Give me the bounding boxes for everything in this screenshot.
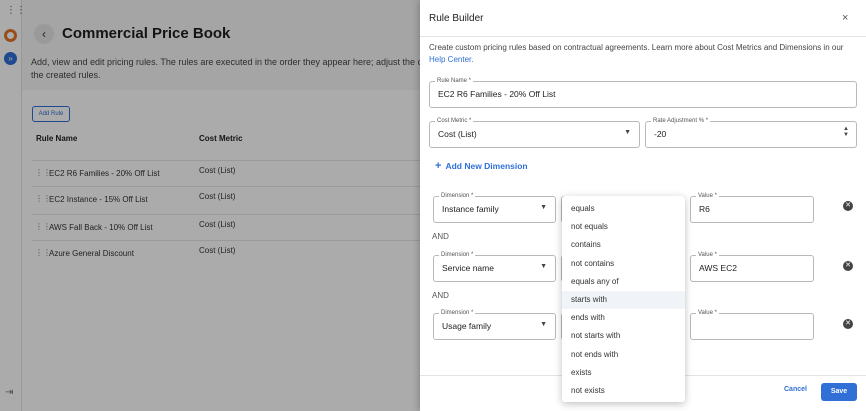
menu-item-exists[interactable]: exists	[562, 364, 685, 382]
dimension-select[interactable]: Dimension * Instance family ▼	[433, 192, 556, 223]
modal-overlay[interactable]	[0, 0, 420, 411]
description-text: Create custom pricing rules based on con…	[429, 43, 844, 52]
rule-name-label: Rule Name *	[435, 77, 474, 85]
chevron-down-icon: ▼	[540, 204, 547, 211]
dimension-label: Dimension *	[439, 309, 476, 317]
remove-dimension-icon[interactable]: ✕	[843, 319, 853, 329]
chevron-down-icon: ▼	[624, 129, 631, 136]
dimension-value: Usage family	[442, 321, 492, 331]
dimension-value: Instance family	[442, 204, 499, 214]
menu-item-not-exists[interactable]: not exists	[562, 382, 685, 400]
operator-dropdown-menu: equals not equals contains not contains …	[562, 196, 685, 402]
save-button[interactable]: Save	[821, 383, 857, 401]
divider	[420, 36, 866, 37]
stepper-icon[interactable]: ▲ ▼	[843, 126, 849, 138]
value-label: Value *	[696, 309, 719, 317]
menu-item-contains[interactable]: contains	[562, 236, 685, 254]
cost-metric-select[interactable]: Cost Metric * Cost (List) ▼	[429, 117, 640, 148]
rule-name-field[interactable]: Rule Name * EC2 R6 Families - 20% Off Li…	[429, 77, 857, 108]
value-field[interactable]: Value * R6	[690, 192, 814, 223]
rate-adjustment-value: -20	[654, 129, 667, 139]
value-field[interactable]: Value *	[690, 309, 814, 340]
add-dimension-label: Add New Dimension	[445, 161, 528, 171]
drawer-title: Rule Builder	[429, 13, 484, 24]
value-input: AWS EC2	[699, 263, 737, 273]
remove-dimension-icon[interactable]: ✕	[843, 261, 853, 271]
close-icon[interactable]: ×	[842, 12, 848, 24]
menu-item-equals[interactable]: equals	[562, 200, 685, 218]
value-input: R6	[699, 204, 710, 214]
value-label: Value *	[696, 192, 719, 200]
help-center-link[interactable]: Help Center.	[429, 55, 473, 64]
and-label: AND	[432, 291, 449, 300]
chevron-down-icon: ▼	[540, 321, 547, 328]
rule-name-value: EC2 R6 Families - 20% Off List	[438, 89, 556, 99]
rate-adjustment-label: Rate Adjustment % *	[651, 117, 711, 125]
dimension-select[interactable]: Dimension * Usage family ▼	[433, 309, 556, 340]
menu-item-ends-with[interactable]: ends with	[562, 309, 685, 327]
add-new-dimension-button[interactable]: + Add New Dimension	[435, 160, 528, 172]
cost-metric-label: Cost Metric *	[435, 117, 474, 125]
menu-item-not-equals[interactable]: not equals	[562, 218, 685, 236]
value-field[interactable]: Value * AWS EC2	[690, 251, 814, 282]
dimension-label: Dimension *	[439, 192, 476, 200]
value-label: Value *	[696, 251, 719, 259]
chevron-down-icon: ▼	[540, 263, 547, 270]
menu-item-not-ends-with[interactable]: not ends with	[562, 346, 685, 364]
plus-icon: +	[435, 160, 442, 172]
dimension-select[interactable]: Dimension * Service name ▼	[433, 251, 556, 282]
dimension-label: Dimension *	[439, 251, 476, 259]
and-label: AND	[432, 232, 449, 241]
menu-item-starts-with[interactable]: starts with	[562, 290, 685, 310]
cost-metric-value: Cost (List)	[438, 129, 477, 139]
remove-dimension-icon[interactable]: ✕	[843, 201, 853, 211]
menu-item-equals-any-of[interactable]: equals any of	[562, 273, 685, 291]
cancel-button[interactable]: Cancel	[784, 386, 807, 393]
menu-item-not-contains[interactable]: not contains	[562, 255, 685, 273]
drawer-description: Create custom pricing rules based on con…	[429, 42, 849, 66]
menu-item-not-starts-with[interactable]: not starts with	[562, 327, 685, 345]
dimension-value: Service name	[442, 263, 494, 273]
rate-adjustment-field[interactable]: Rate Adjustment % * -20 ▲ ▼	[645, 117, 857, 148]
